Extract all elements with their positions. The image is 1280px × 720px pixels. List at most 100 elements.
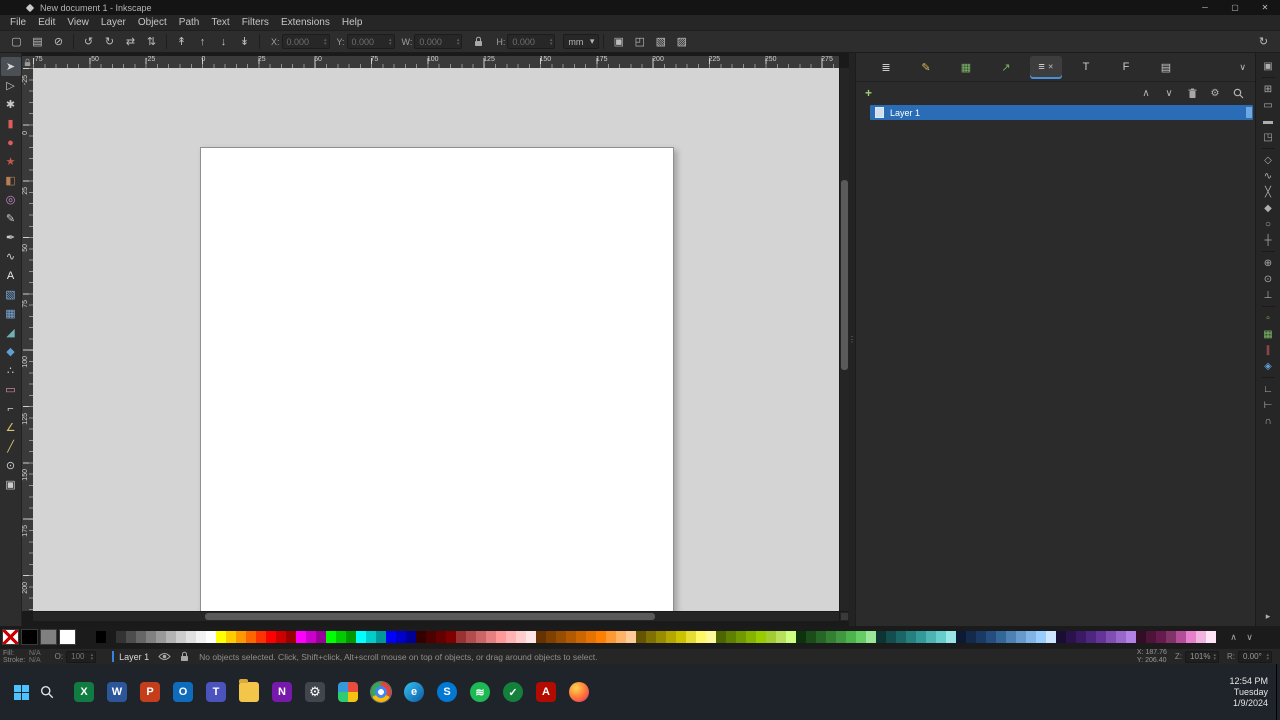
palette-swatch[interactable] xyxy=(606,631,616,643)
lower-layer-icon[interactable]: ∨ xyxy=(1161,86,1177,101)
white-swatch[interactable] xyxy=(59,629,76,645)
zoom-input[interactable]: 101% ▴ ▾ xyxy=(1185,650,1219,663)
tab-font-collections[interactable]: F xyxy=(1110,56,1142,79)
maximize-button[interactable]: ▢ xyxy=(1220,0,1250,15)
menu-extensions[interactable]: Extensions xyxy=(275,15,336,30)
rotation-input[interactable]: 0.00° ▴ ▾ xyxy=(1238,650,1272,663)
palette-swatch[interactable] xyxy=(126,631,136,643)
cms-toggle-icon[interactable] xyxy=(840,612,849,621)
palette-swatch[interactable] xyxy=(816,631,826,643)
taskbar-search-button[interactable] xyxy=(34,679,60,705)
snap-smooth-nodes-icon[interactable]: ○ xyxy=(1260,216,1277,232)
palette-swatch[interactable] xyxy=(166,631,176,643)
connector-tool[interactable]: ⌐ xyxy=(1,399,21,418)
palette-swatch[interactable] xyxy=(646,631,656,643)
snapbar-expand-icon[interactable]: ▸ xyxy=(1266,611,1271,622)
rotate-cw-icon[interactable]: ↻ xyxy=(99,33,120,51)
palette-swatch[interactable] xyxy=(576,631,586,643)
ruler-lock-icon[interactable] xyxy=(22,56,33,68)
palette-swatch[interactable] xyxy=(796,631,806,643)
palette-swatch[interactable] xyxy=(386,631,396,643)
spin-down-icon[interactable]: ▾ xyxy=(550,41,553,46)
box-3d-tool[interactable]: ◧ xyxy=(1,171,21,190)
palette-swatch[interactable] xyxy=(496,631,506,643)
palette-swatch[interactable] xyxy=(406,631,416,643)
palette-scroll-down-icon[interactable]: ∨ xyxy=(1243,630,1256,644)
palette-swatch[interactable] xyxy=(1126,631,1136,643)
palette-swatch[interactable] xyxy=(96,631,106,643)
lock-ratio-icon[interactable] xyxy=(468,33,489,51)
spotify-icon[interactable]: ≋ xyxy=(470,682,490,702)
palette-swatch[interactable] xyxy=(1096,631,1106,643)
palette-swatch[interactable] xyxy=(686,631,696,643)
snap-guides-icon[interactable]: ∥ xyxy=(1260,342,1277,358)
acrobat-icon[interactable]: A xyxy=(536,682,556,702)
palette-swatch[interactable] xyxy=(536,631,546,643)
vertical-scrollbar-thumb[interactable] xyxy=(841,180,848,370)
dropper-tool[interactable]: ◢ xyxy=(1,323,21,342)
close-dialog-tab-icon[interactable]: ✕ xyxy=(1048,63,1054,71)
text-tool[interactable]: A xyxy=(1,266,21,285)
menu-path[interactable]: Path xyxy=(173,15,206,30)
tab-export[interactable]: ▦ xyxy=(950,56,982,79)
snap-text-baselines-icon[interactable]: ⊥ xyxy=(1260,287,1277,303)
todo-app-icon[interactable]: ✓ xyxy=(503,682,523,702)
calligraphy-tool[interactable]: ∿ xyxy=(1,247,21,266)
palette-swatch[interactable] xyxy=(306,631,316,643)
palette-swatch[interactable] xyxy=(1086,631,1096,643)
ellipse-tool[interactable]: ● xyxy=(1,133,21,152)
palette-swatch[interactable] xyxy=(756,631,766,643)
y-input[interactable]: 0.000 ▴ ▾ xyxy=(346,34,395,49)
palette-swatch[interactable] xyxy=(426,631,436,643)
snap-midpoints-icon[interactable]: ┼ xyxy=(1260,232,1277,248)
palette-swatch[interactable] xyxy=(786,631,796,643)
menu-object[interactable]: Object xyxy=(132,15,173,30)
display-mode-icon[interactable]: ▣ xyxy=(1260,58,1277,74)
skype-icon[interactable]: S xyxy=(437,682,457,702)
palette-swatch[interactable] xyxy=(1136,631,1146,643)
palette-swatch[interactable] xyxy=(1016,631,1026,643)
rotate-ccw-icon[interactable]: ↺ xyxy=(78,33,99,51)
palette-swatch[interactable] xyxy=(296,631,306,643)
palette-swatch[interactable] xyxy=(266,631,276,643)
opacity-input[interactable]: 100 ▴ ▾ xyxy=(66,650,97,663)
current-layer-select[interactable]: Layer 1 xyxy=(119,652,149,662)
palette-swatch[interactable] xyxy=(106,631,116,643)
palette-swatch[interactable] xyxy=(456,631,466,643)
lpe-tool[interactable]: ∠ xyxy=(1,418,21,437)
raise-layer-icon[interactable]: ∧ xyxy=(1138,86,1154,101)
snap-tangential-icon[interactable]: ∩ xyxy=(1260,413,1277,429)
palette-swatch[interactable] xyxy=(996,631,1006,643)
snap-page-border-icon[interactable]: ▫ xyxy=(1260,310,1277,326)
palette-swatch[interactable] xyxy=(1166,631,1176,643)
menu-help[interactable]: Help xyxy=(336,15,369,30)
spiral-tool[interactable]: ◎ xyxy=(1,190,21,209)
pages-tool[interactable]: ▣ xyxy=(1,475,21,494)
palette-swatch[interactable] xyxy=(336,631,346,643)
palette-swatch[interactable] xyxy=(766,631,776,643)
palette-swatch[interactable] xyxy=(466,631,476,643)
chrome-icon[interactable] xyxy=(371,682,391,702)
snap-object-centers-icon[interactable]: ⊕ xyxy=(1260,255,1277,271)
palette-swatch[interactable] xyxy=(206,631,216,643)
palette-swatch[interactable] xyxy=(846,631,856,643)
spin-down-icon[interactable]: ▾ xyxy=(91,656,94,661)
system-tray-clock[interactable]: 12:54 PM Tuesday 1/9/2024 xyxy=(1229,676,1268,709)
measure-tool[interactable]: ╱ xyxy=(1,437,21,456)
palette-swatch[interactable] xyxy=(776,631,786,643)
palette-swatch[interactable] xyxy=(416,631,426,643)
show-desktop-button[interactable] xyxy=(1276,664,1280,720)
palette-swatch[interactable] xyxy=(946,631,956,643)
teams-icon[interactable]: T xyxy=(206,682,226,702)
palette-swatch[interactable] xyxy=(656,631,666,643)
palette-swatch[interactable] xyxy=(596,631,606,643)
tab-symbols[interactable]: ▤ xyxy=(1150,56,1182,79)
palette-swatch[interactable] xyxy=(676,631,686,643)
palette-swatch[interactable] xyxy=(806,631,816,643)
palette-swatch[interactable] xyxy=(116,631,126,643)
add-layer-icon[interactable]: + xyxy=(865,86,872,100)
palette-swatch[interactable] xyxy=(826,631,836,643)
palette-swatch[interactable] xyxy=(136,631,146,643)
snap-rotation-centers-icon[interactable]: ⊙ xyxy=(1260,271,1277,287)
palette-swatch[interactable] xyxy=(156,631,166,643)
